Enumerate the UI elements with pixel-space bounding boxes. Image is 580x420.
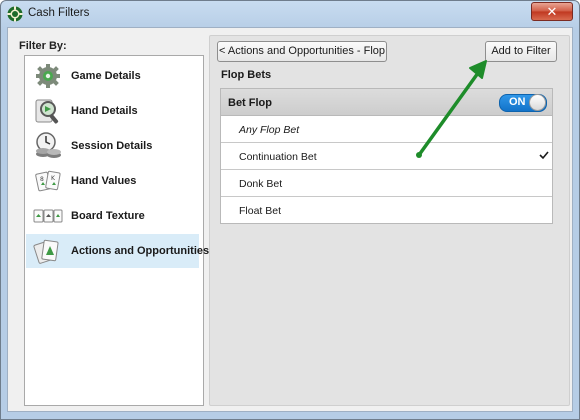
cards-icon: 8 K	[35, 170, 61, 192]
gear-icon	[36, 64, 60, 88]
toggle-state-label: ON	[509, 96, 526, 108]
flop-bets-list: Bet Flop ON Any Flop Bet Continuation Be…	[220, 88, 553, 224]
list-item-any-flop-bet[interactable]: Any Flop Bet	[221, 116, 552, 143]
nav-item-session-details[interactable]: Session Details	[26, 129, 199, 163]
nav-item-label: Actions and Opportunities	[71, 245, 210, 257]
nav-item-label: Session Details	[71, 140, 153, 152]
nav-item-label: Board Texture	[71, 210, 145, 222]
filter-category-list: Game Details Hand Details Session Detail…	[24, 55, 209, 406]
nav-item-board-texture[interactable]: Board Texture	[26, 199, 199, 233]
list-item-float-bet[interactable]: Float Bet	[221, 197, 552, 223]
list-item-label: Continuation Bet	[239, 151, 317, 163]
bet-flop-header: Bet Flop ON	[221, 89, 552, 116]
nav-item-actions-and-opportunities[interactable]: Actions and Opportunities	[26, 234, 209, 268]
back-button[interactable]: < Actions and Opportunities - Flop	[217, 41, 387, 62]
list-item-label: Any Flop Bet	[239, 124, 300, 136]
cards-arrow-icon	[33, 239, 59, 264]
poker-chip-icon	[7, 6, 23, 22]
nav-item-label: Game Details	[71, 70, 141, 82]
list-item-continuation-bet[interactable]: Continuation Bet	[221, 143, 552, 170]
section-title: Flop Bets	[221, 69, 272, 81]
board-cards-icon	[33, 209, 63, 223]
list-item-donk-bet[interactable]: Donk Bet	[221, 170, 552, 197]
add-to-filter-button[interactable]: Add to Filter	[485, 41, 557, 62]
title-bar[interactable]: Cash Filters ✕	[1, 1, 579, 27]
toggle-knob[interactable]	[529, 94, 546, 111]
bet-flop-toggle[interactable]: ON	[499, 94, 547, 112]
nav-item-hand-values[interactable]: 8 K Hand Values	[26, 164, 199, 198]
svg-text:8: 8	[40, 176, 44, 183]
window-title: Cash Filters	[28, 7, 90, 19]
list-item-label: Float Bet	[239, 205, 282, 217]
list-item-label: Donk Bet	[239, 178, 283, 190]
filter-by-label: Filter By:	[19, 40, 67, 52]
nav-item-game-details[interactable]: Game Details	[26, 59, 199, 93]
close-button[interactable]: ✕	[531, 2, 573, 21]
magnifier-icon	[35, 99, 59, 124]
checkmark-icon	[539, 151, 549, 160]
nav-item-hand-details[interactable]: Hand Details	[26, 94, 199, 128]
nav-item-label: Hand Details	[71, 105, 138, 117]
nav-item-label: Hand Values	[71, 175, 137, 187]
bet-flop-label: Bet Flop	[228, 97, 272, 109]
clock-chips-icon	[36, 132, 61, 158]
